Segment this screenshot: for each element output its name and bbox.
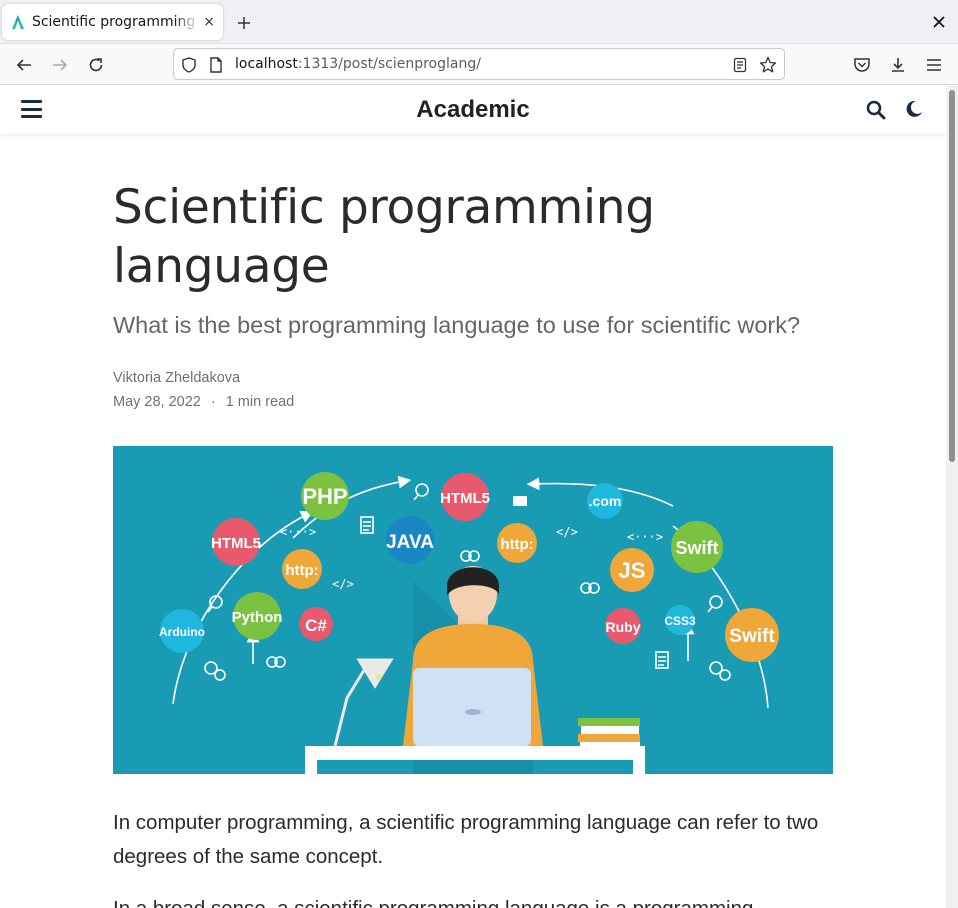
tab-title: Scientific programming language — [31, 14, 199, 30]
http-bubble-mid: http: — [497, 523, 537, 563]
svg-text:Swift: Swift — [676, 538, 719, 558]
svg-text:Python: Python — [232, 609, 283, 626]
chat-icon — [580, 582, 600, 594]
shield-icon[interactable] — [180, 56, 198, 74]
page-viewport: Academic Scientific programming language… — [0, 86, 946, 908]
gear-icon — [204, 661, 226, 681]
moon-icon[interactable] — [905, 100, 923, 118]
http-bubble-left: http: — [282, 549, 322, 589]
arduino-bubble: Arduino — [159, 609, 205, 653]
code-glyph: </> — [332, 577, 354, 591]
download-icon — [892, 58, 904, 72]
site-header: Academic — [0, 86, 946, 134]
svg-text:Swift: Swift — [729, 626, 775, 647]
svg-text:http:: http: — [500, 536, 533, 553]
article-paragraph: In computer programming, a scientific pr… — [113, 811, 819, 868]
search-icon[interactable] — [866, 100, 886, 120]
chat-icon — [266, 656, 286, 668]
article-author[interactable]: Viktoria Zheldakova — [113, 370, 240, 386]
article-subtitle: What is the best programming language to… — [113, 312, 801, 338]
css3-bubble: CSS3 — [664, 605, 696, 635]
hamburger-icon — [927, 59, 941, 71]
document-icon — [655, 651, 669, 669]
bookmark-button[interactable] — [759, 56, 777, 74]
pocket-icon — [854, 58, 870, 72]
featured-image: PHP HTML5 HTML5 JAVA http: http: Python … — [113, 446, 833, 774]
ruby-bubble: Ruby — [605, 608, 641, 644]
code-glyph: <···> — [627, 530, 663, 544]
svg-text:HTML5: HTML5 — [211, 535, 261, 552]
pocket-button[interactable] — [850, 53, 874, 77]
document-icon — [360, 516, 374, 534]
code-glyph: <···> — [280, 525, 316, 539]
plus-icon — [238, 17, 250, 29]
tab-close-button[interactable]: × — [203, 15, 215, 29]
svg-text:JAVA: JAVA — [386, 532, 434, 553]
swift-bubble-top: Swift — [671, 521, 723, 573]
academic-favicon-icon — [11, 15, 24, 29]
java-bubble: JAVA — [386, 516, 434, 564]
article-meta: May 28, 2022 · 1 min read — [113, 394, 294, 410]
navigation-toolbar: localhost:1313/post/scienproglang/ — [0, 44, 958, 85]
reload-icon — [89, 58, 103, 72]
address-bar[interactable]: localhost:1313/post/scienproglang/ — [173, 48, 785, 80]
svg-text:JS: JS — [619, 558, 646, 583]
js-bubble: JS — [610, 548, 654, 592]
person-at-laptop — [403, 566, 543, 774]
tab-strip: Scientific programming language × — [0, 0, 958, 44]
python-bubble: Python — [232, 592, 283, 640]
html5-bubble-left: HTML5 — [211, 518, 261, 566]
folder-icon — [513, 496, 527, 506]
book-stack — [578, 718, 640, 750]
svg-text:http:: http: — [285, 562, 318, 579]
php-bubble: PHP — [301, 472, 349, 520]
dotcom-bubble: .com — [587, 483, 623, 519]
url-path: :1313/post/scienproglang/ — [297, 56, 481, 72]
svg-text:.com: .com — [589, 493, 622, 509]
featured-illustration: PHP HTML5 HTML5 JAVA http: http: Python … — [159, 472, 779, 774]
reader-view-button[interactable] — [731, 56, 749, 74]
star-icon — [759, 56, 777, 73]
forward-button[interactable] — [48, 53, 72, 77]
site-brand[interactable]: Academic — [0, 96, 946, 124]
magnifier-icon — [413, 483, 429, 501]
arrow-left-icon — [16, 59, 31, 71]
html5-bubble-top: HTML5 — [440, 473, 490, 521]
chat-icon — [460, 550, 480, 562]
desk-lamp — [333, 658, 394, 747]
window-close-button[interactable] — [930, 13, 948, 31]
svg-text:Ruby: Ruby — [606, 619, 641, 635]
article-date: May 28, 2022 — [113, 394, 201, 410]
article-paragraph: In a broad sense, a scientific programmi… — [113, 892, 833, 908]
article-title: Scientific programming language — [113, 180, 655, 294]
svg-text:CSS3: CSS3 — [664, 614, 696, 628]
reader-view-icon — [733, 57, 747, 73]
meta-separator: · — [210, 394, 216, 410]
arrow-right-icon — [53, 59, 68, 71]
svg-text:C#: C# — [305, 616, 327, 635]
page-icon[interactable] — [207, 56, 225, 74]
csharp-bubble: C# — [299, 607, 333, 641]
new-tab-button[interactable] — [233, 12, 255, 34]
gear-icon — [709, 661, 731, 681]
url-text[interactable]: localhost:1313/post/scienproglang/ — [235, 56, 481, 72]
magnifier-icon — [707, 595, 723, 613]
app-menu-button[interactable] — [922, 53, 946, 77]
url-host: localhost — [235, 56, 298, 72]
scrollbar-thumb[interactable] — [949, 90, 955, 462]
reload-button[interactable] — [84, 53, 108, 77]
close-icon — [933, 16, 945, 28]
svg-text:HTML5: HTML5 — [440, 490, 490, 507]
swift-bubble-bottom: Swift — [725, 608, 779, 662]
downloads-button[interactable] — [886, 53, 910, 77]
code-glyph: </> — [556, 525, 578, 539]
svg-text:Arduino: Arduino — [159, 625, 205, 639]
svg-text:PHP: PHP — [302, 484, 347, 509]
page-scrollbar[interactable] — [946, 86, 958, 908]
article-read-time: 1 min read — [225, 394, 295, 410]
browser-tab[interactable]: Scientific programming language × — [2, 4, 223, 40]
back-button[interactable] — [12, 53, 36, 77]
